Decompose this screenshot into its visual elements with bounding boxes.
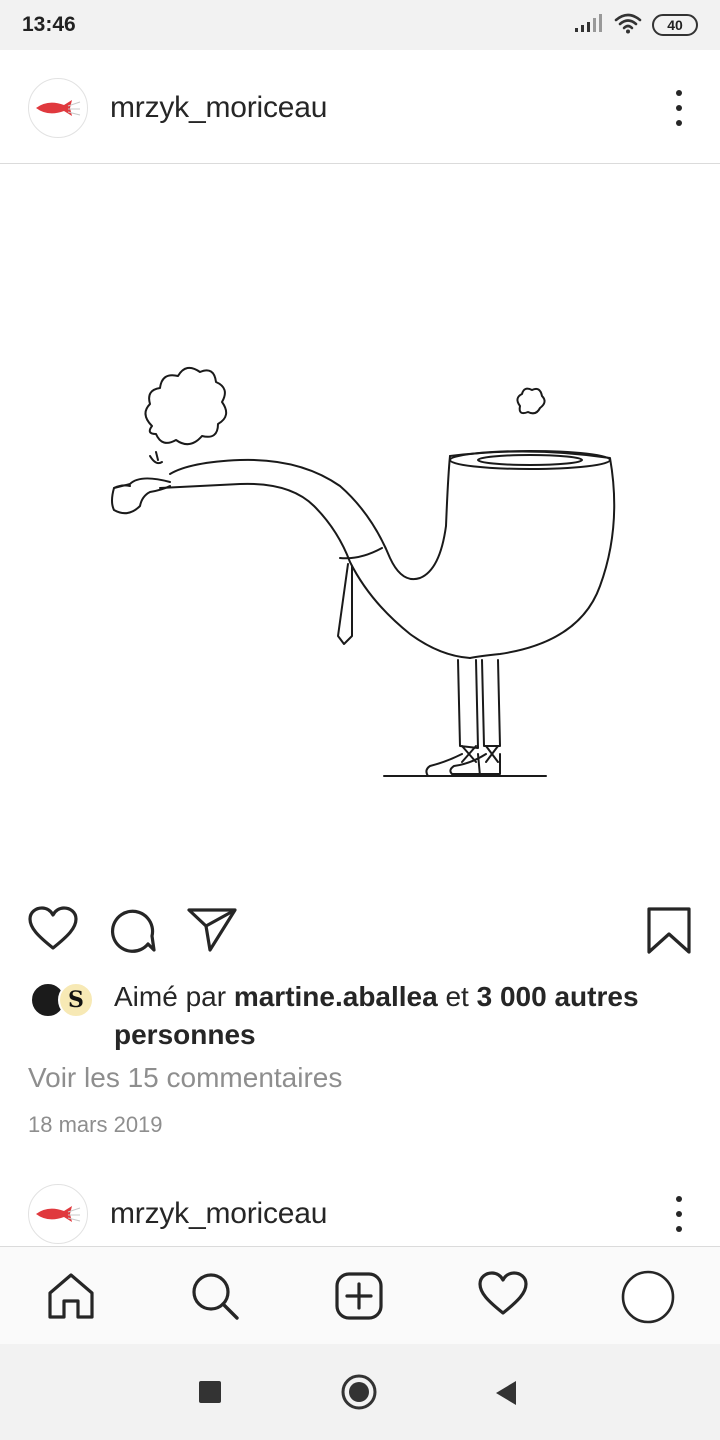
battery-icon: 40 <box>652 14 698 36</box>
search-icon[interactable] <box>190 1271 240 1326</box>
view-comments-link[interactable]: Voir les 15 commentaires <box>28 1062 342 1094</box>
home-icon[interactable] <box>46 1271 96 1326</box>
likes-middle: et <box>437 981 477 1012</box>
profile-icon[interactable] <box>620 1269 676 1330</box>
likes-prefix: Aimé par <box>114 981 234 1012</box>
likes-summary: S Aimé par martine.aballea et 3 000 autr… <box>28 978 698 1054</box>
status-time: 13:46 <box>22 13 76 36</box>
activity-heart-icon[interactable] <box>478 1271 528 1322</box>
liker-avatar[interactable]: S <box>58 982 94 1018</box>
home-button[interactable] <box>341 1374 377 1415</box>
signal-icon <box>574 13 604 38</box>
heart-icon[interactable] <box>28 906 78 957</box>
back-button[interactable] <box>494 1380 518 1411</box>
next-post-username[interactable]: mrzyk_moriceau <box>110 1197 327 1231</box>
likes-text[interactable]: Aimé par martine.aballea et 3 000 autres… <box>114 978 698 1054</box>
more-vertical-icon[interactable] <box>674 1196 684 1232</box>
wifi-icon <box>614 12 642 39</box>
status-icons: 40 <box>574 12 698 39</box>
post-username[interactable]: mrzyk_moriceau <box>110 91 327 125</box>
comment-icon[interactable] <box>108 906 158 961</box>
add-post-icon[interactable] <box>334 1271 384 1326</box>
post-header: mrzyk_moriceau <box>0 52 720 164</box>
post-image[interactable] <box>0 166 720 886</box>
likes-user[interactable]: martine.aballea <box>234 981 438 1012</box>
more-vertical-icon[interactable] <box>674 89 684 126</box>
fish-logo-icon <box>36 1206 81 1222</box>
system-nav <box>0 1344 720 1440</box>
fish-logo-icon <box>36 99 81 116</box>
status-bar: 13:46 40 <box>0 0 720 50</box>
send-icon[interactable] <box>186 906 238 959</box>
recents-button[interactable] <box>199 1381 221 1408</box>
bookmark-icon[interactable] <box>646 906 692 961</box>
pipe-man-drawing <box>111 366 616 777</box>
avatar[interactable] <box>28 77 88 138</box>
post-actions <box>0 900 720 964</box>
battery-level: 40 <box>667 17 683 33</box>
liker-avatars[interactable]: S <box>28 978 108 1022</box>
bottom-nav <box>0 1246 720 1344</box>
avatar[interactable] <box>28 1184 88 1244</box>
post-date: 18 mars 2019 <box>28 1112 163 1137</box>
